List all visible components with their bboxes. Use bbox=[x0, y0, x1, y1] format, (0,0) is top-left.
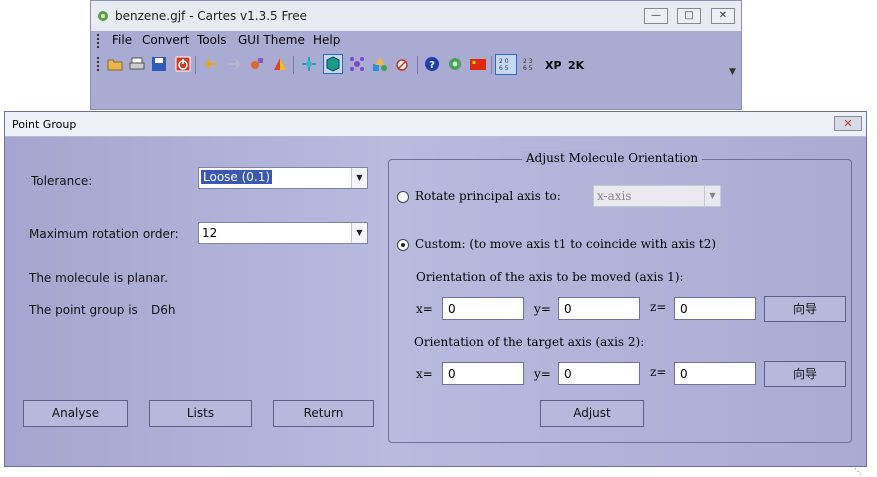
no-entry-icon[interactable] bbox=[395, 56, 411, 72]
sort-descending-icon[interactable]: 2 36 5 bbox=[522, 56, 538, 72]
cube-view-button[interactable] bbox=[323, 54, 343, 74]
return-button[interactable]: Return bbox=[273, 400, 374, 427]
axis2-x-input[interactable]: 0 bbox=[442, 362, 524, 385]
tolerance-value: Loose (0.1) bbox=[201, 170, 273, 184]
axis2-label: Orientation of the target axis (axis 2): bbox=[414, 335, 645, 349]
power-icon[interactable] bbox=[175, 56, 191, 72]
main-window-title: benzene.gjf - Cartes v1.3.5 Free bbox=[115, 9, 307, 23]
axis1-y-label: y= bbox=[534, 302, 551, 316]
axis2-x-label: x= bbox=[416, 367, 433, 381]
orientation-group: Adjust Molecule Orientation Rotate princ… bbox=[388, 151, 852, 443]
point-group-value: D6h bbox=[151, 303, 176, 317]
print-icon[interactable] bbox=[129, 56, 145, 72]
menubar: File Convert Tools GUI Theme Help bbox=[91, 31, 741, 51]
chevron-down-icon[interactable]: ▼ bbox=[351, 168, 367, 188]
menu-file[interactable]: File bbox=[112, 33, 132, 47]
move-axes-icon[interactable] bbox=[301, 56, 317, 72]
close-icon: ✕ bbox=[843, 117, 853, 130]
app-logo-icon bbox=[98, 11, 108, 21]
axis2-z-input[interactable]: 0 bbox=[674, 362, 756, 385]
main-window: benzene.gjf - Cartes v1.3.5 Free — □ ✕ F… bbox=[90, 0, 742, 110]
china-flag-icon[interactable] bbox=[470, 56, 486, 72]
open-folder-icon[interactable] bbox=[107, 56, 123, 72]
point-group-label: The point group is bbox=[29, 303, 138, 317]
orientation-group-legend: Adjust Molecule Orientation bbox=[522, 151, 703, 165]
axis2-wizard-button[interactable]: 向导 bbox=[764, 361, 846, 387]
menu-tools[interactable]: Tools bbox=[197, 33, 227, 47]
molecule-icon[interactable] bbox=[349, 56, 365, 72]
recycle-icon[interactable] bbox=[447, 56, 463, 72]
toolbar-separator bbox=[417, 56, 418, 74]
adjust-button[interactable]: Adjust bbox=[540, 400, 644, 427]
svg-text:?: ? bbox=[429, 60, 435, 71]
toolbar-separator bbox=[195, 56, 196, 74]
shapes-icon[interactable] bbox=[372, 56, 388, 72]
help-icon[interactable]: ? bbox=[424, 56, 440, 72]
axis1-wizard-button[interactable]: 向导 bbox=[764, 296, 846, 322]
max-rotation-value: 12 bbox=[202, 226, 218, 240]
axis1-x-input[interactable]: 0 bbox=[442, 297, 524, 320]
analyse-button[interactable]: Analyse bbox=[23, 400, 128, 427]
toolbar: ? 2 06 5 2 36 5 XP 2K bbox=[91, 53, 741, 79]
menubar-grip[interactable] bbox=[97, 34, 102, 48]
axis1-x-label: x= bbox=[416, 302, 433, 316]
dialog-body: Tolerance: Loose (0.1) ▼ Maximum rotatio… bbox=[5, 137, 866, 476]
svg-text:2 0: 2 0 bbox=[499, 58, 509, 65]
axis2-z-label: z= bbox=[650, 365, 667, 379]
tools-icon[interactable] bbox=[249, 56, 265, 72]
maximize-button[interactable]: □ bbox=[677, 8, 701, 24]
forward-arrow-icon[interactable] bbox=[226, 56, 242, 72]
cube-icon bbox=[326, 56, 340, 72]
toolbar-grip[interactable] bbox=[97, 57, 102, 71]
minimize-button[interactable]: — bbox=[644, 8, 668, 24]
chevron-down-icon[interactable]: ▼ bbox=[351, 223, 367, 243]
axis1-z-label: z= bbox=[650, 300, 667, 314]
toolbar-separator bbox=[293, 56, 294, 74]
axis2-y-label: y= bbox=[534, 367, 551, 381]
axis1-z-input[interactable]: 0 bbox=[674, 297, 756, 320]
svg-text:2 3: 2 3 bbox=[523, 58, 533, 65]
sort-asc-button[interactable]: 2 06 5 bbox=[495, 54, 517, 75]
max-rotation-label: Maximum rotation order: bbox=[29, 227, 179, 241]
resize-grip-icon[interactable]: ⋱ bbox=[854, 467, 864, 477]
color-brush-icon[interactable] bbox=[272, 56, 288, 72]
lists-button[interactable]: Lists bbox=[149, 400, 252, 427]
tolerance-select[interactable]: Loose (0.1) ▼ bbox=[198, 167, 368, 189]
max-rotation-select[interactable]: 12 ▼ bbox=[198, 222, 368, 244]
axis1-y-input[interactable]: 0 bbox=[558, 297, 640, 320]
toolbar-separator bbox=[491, 56, 492, 74]
rotate-principal-label: Rotate principal axis to: bbox=[415, 189, 561, 203]
theme-xp-button[interactable]: XP bbox=[545, 59, 562, 72]
point-group-dialog: Point Group ✕ Tolerance: Loose (0.1) ▼ M… bbox=[4, 111, 867, 476]
tolerance-label: Tolerance: bbox=[31, 174, 93, 188]
dialog-close-button[interactable]: ✕ bbox=[834, 116, 862, 131]
sort-ascending-icon: 2 06 5 bbox=[499, 58, 509, 72]
axis1-label: Orientation of the axis to be moved (axi… bbox=[416, 270, 684, 284]
custom-radio[interactable] bbox=[397, 239, 409, 251]
principal-axis-select[interactable]: x-axis ▼ bbox=[593, 185, 721, 207]
principal-axis-value: x-axis bbox=[597, 189, 632, 203]
planar-status-text: The molecule is planar. bbox=[29, 271, 168, 285]
save-icon[interactable] bbox=[151, 56, 167, 72]
dialog-titlebar[interactable]: Point Group ✕ bbox=[5, 112, 866, 137]
main-titlebar[interactable]: benzene.gjf - Cartes v1.3.5 Free — □ ✕ bbox=[91, 1, 741, 31]
svg-text:6 5: 6 5 bbox=[499, 65, 509, 72]
rotate-principal-radio[interactable] bbox=[397, 191, 409, 203]
back-arrow-icon[interactable] bbox=[204, 56, 220, 72]
theme-2k-button[interactable]: 2K bbox=[568, 59, 584, 72]
custom-label: Custom: (to move axis t1 to coincide wit… bbox=[415, 237, 717, 251]
chevron-down-icon[interactable]: ▼ bbox=[704, 186, 720, 206]
dialog-title: Point Group bbox=[12, 118, 77, 131]
menu-help[interactable]: Help bbox=[313, 33, 340, 47]
axis2-y-input[interactable]: 0 bbox=[558, 362, 640, 385]
svg-text:6 5: 6 5 bbox=[523, 65, 533, 72]
menu-gui-theme[interactable]: GUI Theme bbox=[238, 33, 305, 47]
toolbar-overflow-icon[interactable]: ▼ bbox=[729, 67, 736, 77]
menu-convert[interactable]: Convert bbox=[142, 33, 189, 47]
close-button[interactable]: ✕ bbox=[711, 8, 735, 24]
